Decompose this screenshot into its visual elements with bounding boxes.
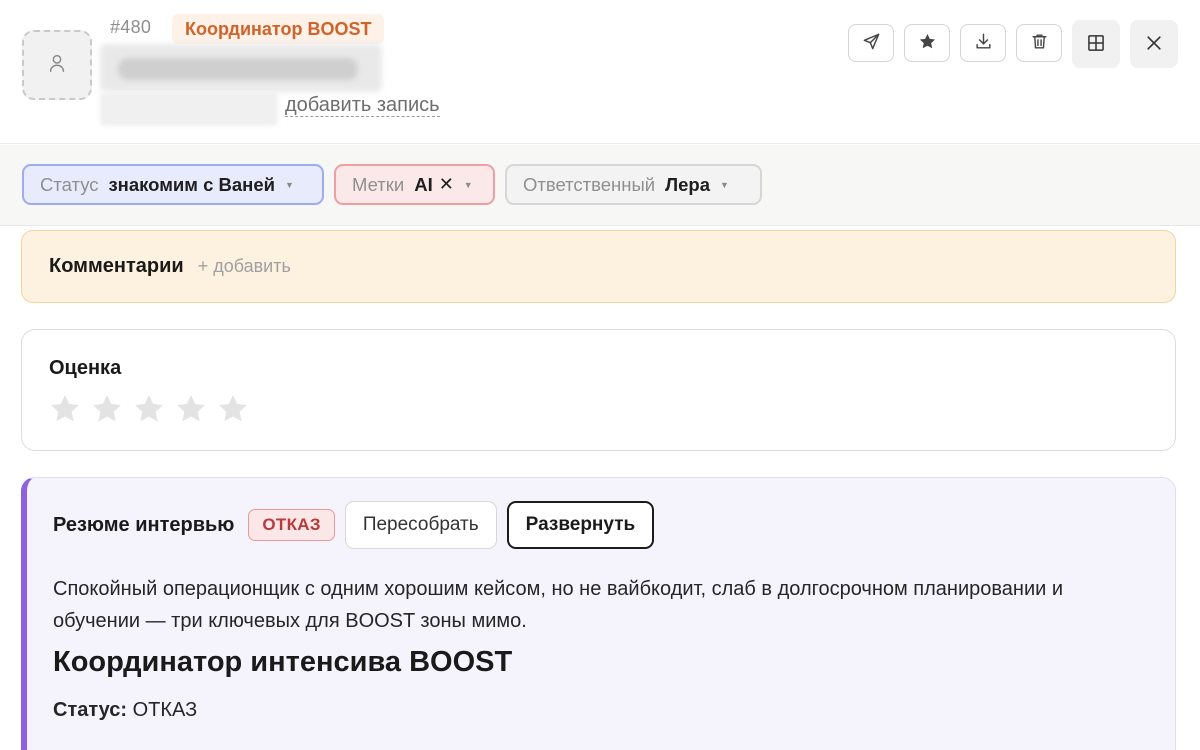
- rating-title: Оценка: [49, 357, 122, 379]
- grid-icon: [1086, 33, 1106, 56]
- caret-down-icon: ▼: [285, 179, 294, 190]
- summary-heading: Координатор интенсива BOOST: [53, 646, 513, 678]
- tag-value: AI: [414, 173, 433, 195]
- rating-card: Оценка: [21, 329, 1176, 451]
- delete-button[interactable]: [1016, 24, 1062, 62]
- status-dropdown[interactable]: Статус знакомим с Ваней ▼: [22, 164, 324, 205]
- user-icon: [46, 52, 68, 79]
- vacancy-badge: Координатор BOOST: [172, 14, 385, 44]
- send-button[interactable]: [848, 24, 894, 62]
- send-icon: [862, 32, 881, 54]
- header-actions: [848, 19, 1178, 68]
- close-icon: [1144, 33, 1164, 56]
- summary-header: Резюме интервью ОТКАЗ Пересобрать Развер…: [53, 501, 655, 549]
- download-icon: [974, 32, 993, 54]
- candidate-id: #480: [110, 17, 152, 37]
- summary-text: Спокойный операционщик с одним хорошим к…: [53, 578, 1064, 632]
- trash-icon: [1030, 32, 1049, 54]
- layout-toggle-button[interactable]: [1072, 20, 1120, 68]
- star-icon[interactable]: [132, 392, 166, 426]
- summary-status: Статус: ОТКАЗ: [53, 699, 197, 722]
- filter-bar: Статус знакомим с Ваней ▼ Метки AI ✕ ▼ О…: [0, 145, 1200, 226]
- comments-title: Комментарии: [49, 255, 184, 277]
- caret-down-icon: ▼: [719, 179, 729, 190]
- caret-down-icon: ▼: [463, 179, 473, 190]
- status-value: знакомим с Ваней: [108, 173, 276, 195]
- add-record-link[interactable]: добавить запись: [285, 94, 440, 117]
- tags-label: Метки: [352, 173, 405, 195]
- candidate-name-redacted: [100, 44, 382, 92]
- star-rating: [48, 392, 250, 426]
- remove-tag-icon[interactable]: ✕: [439, 174, 454, 195]
- star-icon[interactable]: [90, 392, 124, 426]
- summary-status-label: Статус:: [53, 699, 128, 721]
- expand-button[interactable]: Развернуть: [506, 501, 655, 549]
- tags-dropdown[interactable]: Метки AI ✕ ▼: [334, 164, 495, 205]
- candidate-subtitle-redacted: [100, 92, 278, 126]
- owner-value: Лера: [665, 173, 710, 195]
- add-comment-link[interactable]: + добавить: [198, 256, 291, 277]
- star-icon[interactable]: [48, 392, 82, 426]
- comments-card: Комментарии + добавить: [21, 230, 1176, 303]
- close-button[interactable]: [1130, 20, 1178, 68]
- star-icon: [918, 32, 937, 54]
- owner-dropdown[interactable]: Ответственный Лера ▼: [505, 164, 762, 205]
- favorite-button[interactable]: [904, 24, 950, 62]
- owner-label: Ответственный: [523, 173, 656, 195]
- interview-summary-card: Резюме интервью ОТКАЗ Пересобрать Развер…: [21, 477, 1176, 750]
- star-icon[interactable]: [174, 392, 208, 426]
- candidate-header: #480 Координатор BOOST добавить запись: [0, 0, 1200, 144]
- summary-status-value: ОТКАЗ: [132, 699, 198, 721]
- download-button[interactable]: [960, 24, 1006, 62]
- avatar-placeholder[interactable]: [22, 30, 92, 100]
- status-label: Статус: [40, 173, 99, 195]
- summary-title: Резюме интервью: [53, 513, 235, 536]
- star-icon[interactable]: [216, 392, 250, 426]
- rebuild-button[interactable]: Пересобрать: [344, 501, 497, 549]
- reject-badge: ОТКАЗ: [248, 509, 335, 541]
